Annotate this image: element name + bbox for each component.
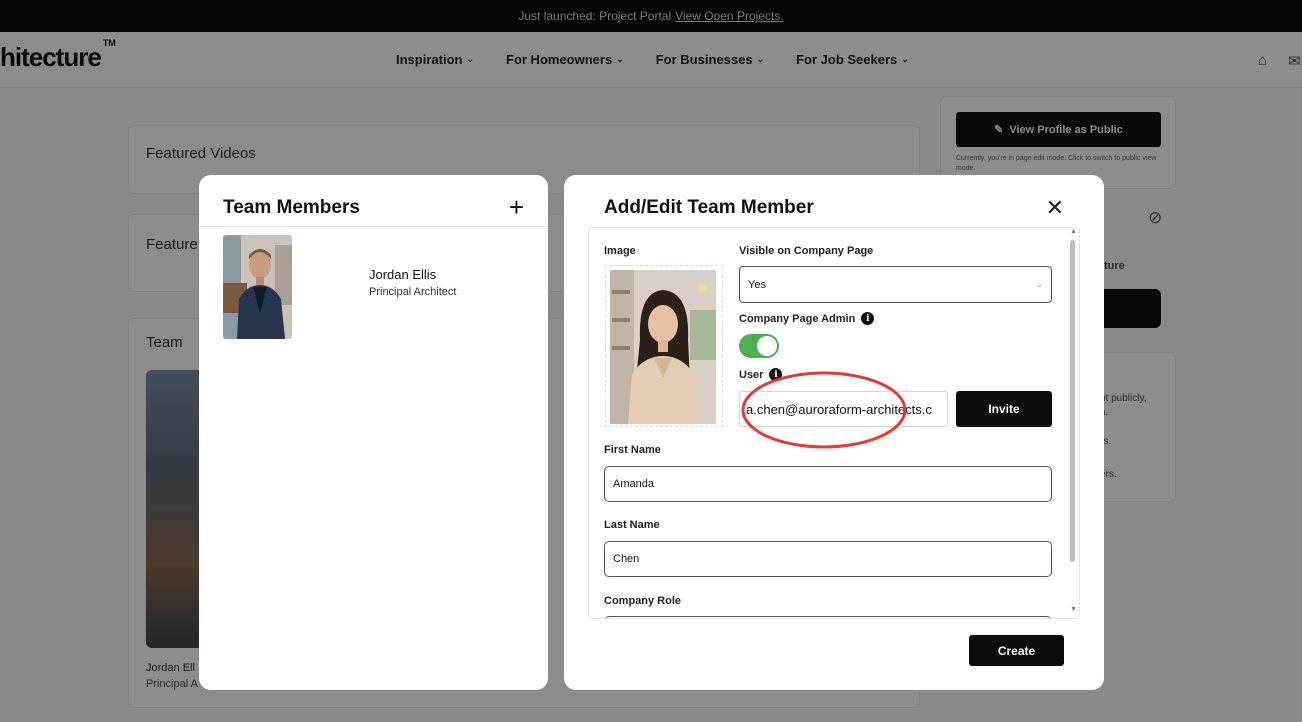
company-role-label: Company Role [604,595,682,607]
company-role-input[interactable] [604,616,1052,618]
edit-team-member-modal: Add/Edit Team Member ✕ Image Visible on … [564,175,1104,690]
create-button[interactable]: Create [969,635,1064,666]
scroll-up-icon[interactable]: ▲ [1070,228,1077,235]
last-name-input[interactable]: Chen [604,541,1052,577]
member-form: Image Visible on Company Page Yes ⌄ Comp… [588,227,1080,619]
visible-select[interactable]: Yes ⌄ [739,266,1052,303]
scroll-down-icon[interactable]: ▼ [1070,606,1077,613]
visible-select-value: Yes [748,278,766,291]
admin-toggle[interactable] [739,334,779,358]
edit-modal-title: Add/Edit Team Member [604,197,814,218]
close-icon[interactable]: ✕ [1046,197,1064,219]
admin-label-row: Company Page Admin i [739,312,875,325]
team-members-title: Team Members [223,197,360,218]
first-name-input[interactable]: Amanda [604,466,1052,502]
user-label: User [739,368,764,381]
form-scrollbar[interactable] [1070,240,1075,562]
image-label: Image [604,245,636,257]
info-icon[interactable]: i [769,368,783,381]
last-name-label: Last Name [604,519,660,531]
user-email-input[interactable]: a.chen@auroraform-architects.c [739,391,948,427]
info-icon[interactable]: i [861,312,875,325]
divider [199,226,548,227]
member-image-upload[interactable] [605,265,723,427]
member-name[interactable]: Jordan Ellis [369,267,436,282]
first-name-label: First Name [604,444,661,456]
admin-label: Company Page Admin [739,312,856,325]
plus-icon[interactable]: + [509,194,524,220]
visible-label: Visible on Company Page [739,245,874,257]
invite-button[interactable]: Invite [956,391,1052,427]
member-photo[interactable] [223,235,292,339]
user-label-row: User i [739,368,783,381]
chevron-down-icon: ⌄ [1036,280,1043,289]
member-role: Principal Architect [369,286,457,298]
man-portrait-image [223,235,292,339]
toggle-knob [757,336,777,356]
team-members-modal: Team Members + Jordan Ellis Principal Ar… [199,175,548,690]
woman-portrait-image [610,270,716,424]
